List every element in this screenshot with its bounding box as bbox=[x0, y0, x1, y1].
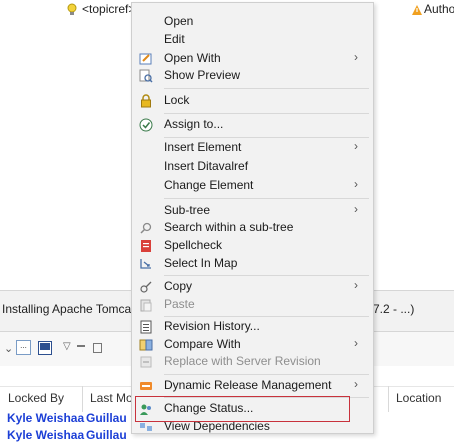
menu-item-assign-to[interactable]: Assign to... bbox=[132, 116, 372, 134]
assign-icon bbox=[139, 118, 153, 132]
menu-item-label: Assign to... bbox=[164, 117, 224, 131]
view-menu-icon[interactable]: ▽ bbox=[63, 341, 71, 352]
menu-item-label: Show Preview bbox=[164, 68, 241, 82]
table-cell-last-modified[interactable]: Guillaur bbox=[86, 411, 126, 425]
menu-item-copy[interactable]: Copy › bbox=[132, 278, 372, 296]
menu-item-open[interactable]: Open bbox=[132, 13, 372, 31]
submenu-arrow-icon: › bbox=[354, 377, 358, 391]
menu-item-spellcheck[interactable]: Spellcheck bbox=[132, 237, 372, 255]
submenu-arrow-icon: › bbox=[354, 278, 358, 292]
menu-item-insert-element[interactable]: Insert Element › bbox=[132, 139, 372, 157]
menu-item-label: Edit bbox=[164, 32, 185, 46]
replace-icon bbox=[140, 356, 152, 368]
menu-separator bbox=[164, 374, 369, 375]
more-button[interactable]: ... bbox=[16, 340, 31, 355]
menu-item-label: Replace with Server Revision bbox=[164, 354, 321, 368]
maximize-icon[interactable] bbox=[93, 343, 102, 353]
submenu-arrow-icon: › bbox=[354, 177, 358, 191]
menu-separator bbox=[164, 198, 369, 199]
menu-item-edit[interactable]: Edit bbox=[132, 31, 372, 49]
revision-history-icon bbox=[140, 320, 152, 334]
menu-item-open-with[interactable]: Open With › bbox=[132, 50, 372, 68]
highlight-annotation bbox=[135, 396, 350, 422]
copy-icon bbox=[140, 281, 152, 293]
menu-item-label: Compare With bbox=[164, 337, 241, 351]
menu-item-label: Sub-tree bbox=[164, 203, 211, 217]
author-column-label: Autho bbox=[424, 2, 454, 16]
menu-item-select-in-map[interactable]: Select In Map bbox=[132, 255, 372, 273]
column-divider[interactable] bbox=[82, 386, 83, 412]
menu-item-dynamic-release-management[interactable]: Dynamic Release Management › bbox=[132, 377, 372, 395]
menu-item-label: Dynamic Release Management bbox=[164, 378, 332, 392]
menu-item-paste[interactable]: Paste bbox=[132, 296, 372, 314]
preview-icon bbox=[139, 69, 153, 83]
menu-item-label: Lock bbox=[164, 93, 190, 107]
menu-item-compare-with[interactable]: Compare With › bbox=[132, 336, 372, 354]
drm-icon bbox=[140, 382, 152, 390]
column-divider[interactable] bbox=[388, 386, 389, 412]
menu-separator bbox=[164, 88, 369, 89]
dependencies-icon bbox=[140, 423, 152, 431]
menu-item-lock[interactable]: Lock bbox=[132, 92, 372, 110]
menu-item-change-element[interactable]: Change Element › bbox=[132, 177, 372, 195]
warning-icon bbox=[412, 5, 422, 15]
lightbulb-icon bbox=[67, 3, 77, 15]
menu-item-label: Insert Element bbox=[164, 140, 242, 154]
menu-item-label: Insert Ditavalref bbox=[164, 159, 249, 173]
menu-separator bbox=[164, 137, 369, 138]
menu-separator bbox=[164, 275, 369, 276]
menu-item-show-preview[interactable]: Show Preview bbox=[132, 67, 372, 85]
search-icon bbox=[140, 222, 152, 234]
menu-item-sub-tree[interactable]: Sub-tree › bbox=[132, 202, 372, 220]
lock-icon bbox=[141, 94, 151, 108]
open-with-icon bbox=[139, 53, 152, 65]
menu-item-label: Copy bbox=[164, 279, 193, 293]
view-tab-title[interactable]: Installing Apache Tomcat bbox=[2, 302, 135, 316]
paste-icon bbox=[140, 299, 152, 312]
menu-item-revision-history[interactable]: Revision History... bbox=[132, 318, 372, 336]
table-cell-locked-by[interactable]: Kyle Weishaa bbox=[7, 428, 84, 442]
minimize-icon[interactable] bbox=[77, 345, 85, 347]
view-layout-icon[interactable] bbox=[38, 341, 52, 355]
menu-item-label: Open bbox=[164, 14, 194, 28]
select-in-map-icon bbox=[140, 259, 151, 269]
menu-item-label: Paste bbox=[164, 297, 195, 311]
submenu-arrow-icon: › bbox=[354, 139, 358, 153]
spellcheck-icon bbox=[141, 240, 151, 252]
menu-separator bbox=[164, 316, 369, 317]
submenu-arrow-icon: › bbox=[354, 336, 358, 350]
menu-separator bbox=[164, 113, 369, 114]
menu-item-label: Change Element bbox=[164, 178, 254, 192]
menu-item-replace-server-revision[interactable]: Replace with Server Revision bbox=[132, 353, 372, 371]
menu-item-label: Select In Map bbox=[164, 256, 238, 270]
column-header-location[interactable]: Location bbox=[396, 391, 441, 405]
menu-item-label: Open With bbox=[164, 51, 221, 65]
table-cell-last-modified[interactable]: Guillaur bbox=[86, 428, 126, 442]
menu-item-label: Revision History... bbox=[164, 319, 260, 333]
table-cell-locked-by[interactable]: Kyle Weishaa bbox=[7, 411, 84, 425]
menu-item-search-sub-tree[interactable]: Search within a sub-tree bbox=[132, 219, 372, 237]
chevron-down-icon[interactable]: ⌄ bbox=[4, 342, 13, 355]
compare-icon bbox=[139, 339, 153, 351]
column-header-locked-by[interactable]: Locked By bbox=[8, 391, 64, 405]
menu-item-insert-ditavalref[interactable]: Insert Ditavalref bbox=[132, 158, 372, 176]
menu-item-label: Search within a sub-tree bbox=[164, 220, 294, 234]
submenu-arrow-icon: › bbox=[354, 202, 358, 216]
column-header-last-modified[interactable]: Last Mo bbox=[90, 391, 133, 405]
view-tab-version: 7.2 - ...) bbox=[373, 302, 415, 316]
menu-item-label: Spellcheck bbox=[164, 238, 223, 252]
submenu-arrow-icon: › bbox=[354, 50, 358, 64]
